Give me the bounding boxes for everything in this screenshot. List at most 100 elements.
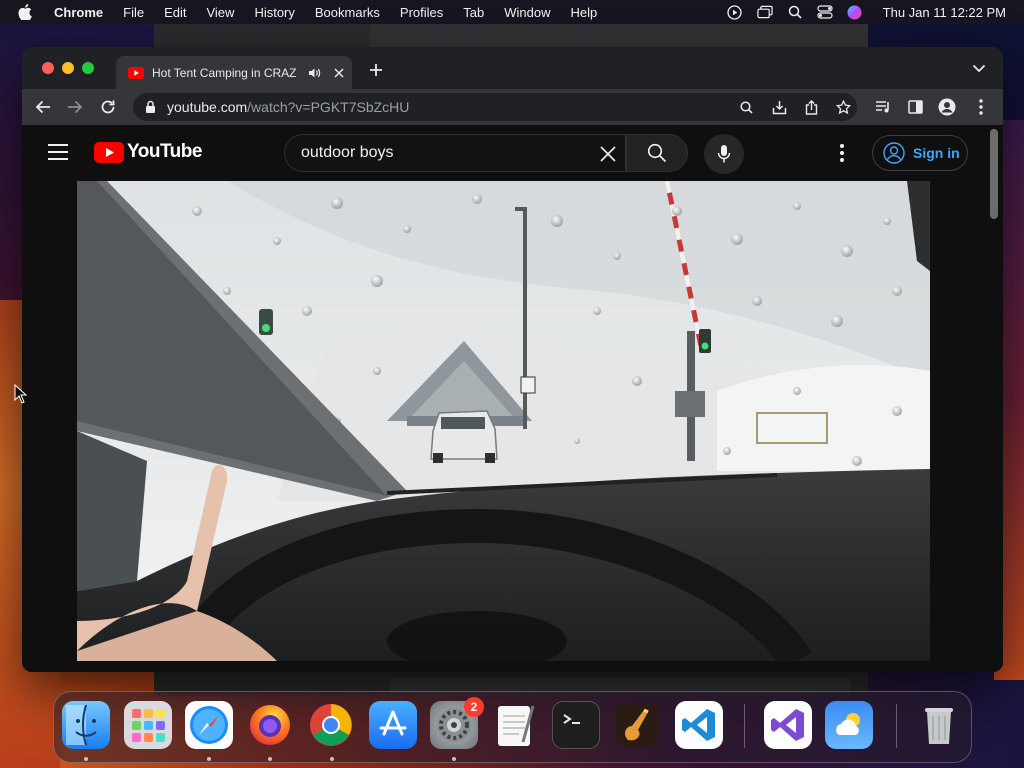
- tab-strip: Hot Tent Camping in CRAZ: [22, 47, 1003, 89]
- chrome-icon: [310, 704, 352, 746]
- dock-firefox[interactable]: [246, 701, 294, 749]
- tab-youtube-video[interactable]: Hot Tent Camping in CRAZ: [116, 56, 352, 89]
- lock-icon[interactable]: [145, 100, 157, 114]
- browser-toolbar: youtube.com/watch?v=PGKT7SbZcHU: [22, 89, 1003, 125]
- menu-edit[interactable]: Edit: [164, 5, 186, 20]
- menu-bookmarks[interactable]: Bookmarks: [315, 5, 380, 20]
- menu-bar-clock[interactable]: Thu Jan 11 12:22 PM: [883, 5, 1006, 20]
- chrome-window: Hot Tent Camping in CRAZ youtube.com /wa…: [22, 47, 1003, 672]
- youtube-logo[interactable]: YouTube: [94, 141, 202, 163]
- share-icon[interactable]: [802, 98, 820, 116]
- dock-trash[interactable]: [915, 701, 963, 749]
- microphone-icon: [717, 145, 731, 163]
- dock-separator: [744, 704, 745, 748]
- notification-badge: 2: [464, 697, 484, 717]
- close-window-button[interactable]: [42, 62, 54, 74]
- textedit-icon: [498, 705, 535, 746]
- dock-chrome[interactable]: [307, 701, 355, 749]
- system-settings-running-dot: [452, 757, 456, 761]
- sign-in-label: Sign in: [913, 145, 960, 161]
- firefox-running-dot: [268, 757, 272, 761]
- address-bar[interactable]: youtube.com/watch?v=PGKT7SbZcHU: [133, 93, 857, 121]
- dock-separator-trash: [896, 704, 897, 748]
- menu-history[interactable]: History: [254, 5, 294, 20]
- voice-search-button[interactable]: [704, 134, 744, 174]
- minimize-window-button[interactable]: [62, 62, 74, 74]
- side-panel-icon[interactable]: [906, 98, 924, 116]
- reload-icon[interactable]: [99, 98, 117, 116]
- weather-icon: [836, 713, 860, 735]
- chrome-menu-icon[interactable]: [972, 98, 990, 116]
- search-icon: [647, 143, 667, 163]
- visual-studio-icon: [771, 709, 804, 741]
- menu-window[interactable]: Window: [504, 5, 550, 20]
- dock-textedit[interactable]: [491, 701, 539, 749]
- app-store-icon: [379, 710, 407, 736]
- dock-finder[interactable]: [62, 701, 110, 749]
- menu-bar: Chrome File Edit View History Bookmarks …: [0, 0, 1024, 24]
- profile-icon[interactable]: [938, 98, 956, 116]
- window-stack-icon[interactable]: [756, 4, 773, 20]
- close-tab-icon[interactable]: [332, 66, 346, 80]
- dock-safari[interactable]: [185, 701, 233, 749]
- speaker-icon[interactable]: [308, 66, 322, 80]
- youtube-page: YouTube Sign in: [22, 125, 1003, 672]
- menu-file[interactable]: File: [123, 5, 144, 20]
- safari-running-dot: [207, 757, 211, 761]
- page-scrollbar-thumb[interactable]: [990, 129, 998, 219]
- apple-menu-icon[interactable]: [18, 4, 36, 20]
- mouse-cursor-icon: [14, 384, 28, 404]
- trash-icon: [925, 708, 953, 744]
- siri-icon[interactable]: [847, 4, 863, 20]
- youtube-masthead: YouTube Sign in: [22, 125, 1003, 181]
- dock-system-settings[interactable]: 2: [430, 697, 484, 749]
- fullscreen-window-button[interactable]: [82, 62, 94, 74]
- dock-app-store[interactable]: [369, 701, 417, 749]
- menu-tab[interactable]: Tab: [463, 5, 484, 20]
- finder-running-dot: [84, 757, 88, 761]
- search-input[interactable]: [301, 144, 581, 162]
- garageband-icon: [616, 704, 658, 746]
- control-center-icon[interactable]: [817, 4, 833, 20]
- launchpad-icon: [132, 709, 165, 742]
- clear-search-icon[interactable]: [597, 143, 619, 165]
- new-tab-plus-icon[interactable]: [368, 62, 384, 78]
- menu-help[interactable]: Help: [571, 5, 598, 20]
- url-host: youtube.com: [167, 99, 248, 115]
- safari-icon: [190, 706, 228, 744]
- menu-app-name[interactable]: Chrome: [54, 5, 103, 20]
- dock-launchpad[interactable]: [124, 701, 172, 749]
- chrome-running-dot: [330, 757, 334, 761]
- media-control-icon[interactable]: [874, 98, 892, 116]
- back-arrow-icon[interactable]: [34, 98, 52, 116]
- dock-visual-studio[interactable]: [764, 701, 812, 749]
- account-circle-icon: [883, 142, 905, 164]
- dock-terminal[interactable]: [552, 701, 600, 749]
- search-box[interactable]: [284, 134, 626, 172]
- url-path: /watch?v=PGKT7SbZcHU: [247, 99, 410, 115]
- video-player[interactable]: [77, 181, 930, 661]
- dock-garageband[interactable]: [613, 701, 661, 749]
- guide-menu-icon[interactable]: [48, 144, 68, 160]
- forward-arrow-icon[interactable]: [66, 98, 84, 116]
- finder-icon: [66, 705, 97, 745]
- zoom-search-icon[interactable]: [737, 98, 755, 116]
- youtube-logo-icon: [94, 141, 124, 163]
- youtube-favicon-icon: [128, 66, 144, 79]
- search-button[interactable]: [626, 134, 688, 172]
- menu-view[interactable]: View: [206, 5, 234, 20]
- dock-weather[interactable]: [825, 701, 873, 749]
- tab-search-chevron-icon[interactable]: [972, 64, 986, 74]
- sign-in-button[interactable]: Sign in: [872, 135, 968, 171]
- spotlight-search-icon[interactable]: [787, 4, 803, 20]
- menu-profiles[interactable]: Profiles: [400, 5, 443, 20]
- dock: 2: [53, 691, 972, 763]
- settings-more-icon[interactable]: [832, 142, 852, 164]
- video-frame: [77, 181, 930, 661]
- tab-title: Hot Tent Camping in CRAZ: [152, 65, 297, 80]
- dock-vscode[interactable]: [675, 701, 723, 749]
- youtube-wordmark: YouTube: [127, 141, 202, 162]
- bookmark-star-icon[interactable]: [834, 98, 852, 116]
- play-circle-icon[interactable]: [727, 4, 743, 20]
- install-icon[interactable]: [770, 98, 788, 116]
